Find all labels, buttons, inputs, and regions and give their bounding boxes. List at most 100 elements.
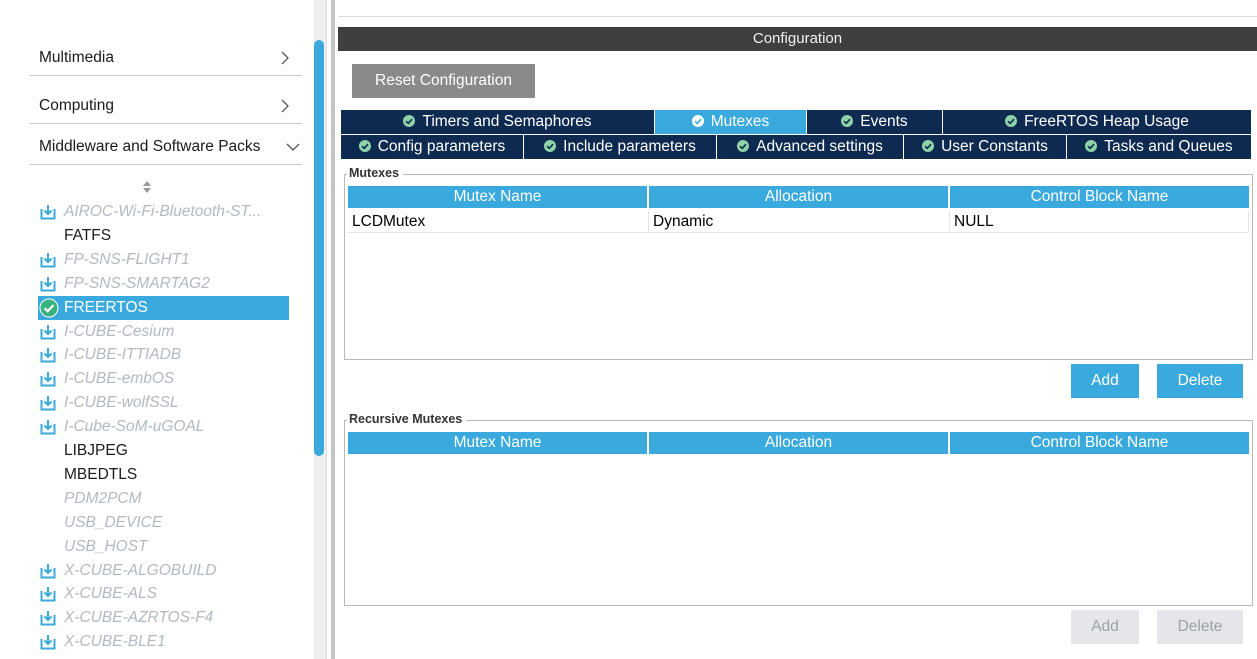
tree-item-fp-sns-flight1[interactable]: FP-SNS-FLIGHT1 <box>40 248 290 272</box>
tab-freertos-heap-usage[interactable]: FreeRTOS Heap Usage <box>943 110 1252 134</box>
tree-item-libjpeg[interactable]: LIBJPEG <box>40 439 290 463</box>
tree-item-pdm2pcm[interactable]: PDM2PCM <box>40 487 290 511</box>
tab-label: Advanced settings <box>756 138 883 155</box>
check-circle-icon <box>1005 115 1018 127</box>
recursive-mutexes-table-header: Mutex Name Allocation Control Block Name <box>348 432 1249 454</box>
download-icon <box>40 420 56 435</box>
reset-configuration-button[interactable]: Reset Configuration <box>352 64 535 98</box>
tree-item-label: I-CUBE-wolfSSL <box>64 394 179 412</box>
tree-item-mbedtls[interactable]: MBEDTLS <box>40 463 290 487</box>
recursive-mutexes-legend: Recursive Mutexes <box>347 412 467 426</box>
tree-item-airoc-wi-fi-bluetooth-st[interactable]: AIROC-Wi-Fi-Bluetooth-ST... <box>40 200 290 224</box>
tree-item-label: FP-SNS-FLIGHT1 <box>64 250 190 268</box>
tree-item-i-cube-ittiadb[interactable]: I-CUBE-ITTIADB <box>40 343 290 367</box>
tree-item-label: I-CUBE-embOS <box>64 370 175 388</box>
tab-events[interactable]: Events <box>807 110 943 134</box>
download-icon <box>40 396 56 411</box>
recursive-mutex-add-button[interactable]: Add <box>1071 610 1139 644</box>
tree-item-fatfs[interactable]: FATFS <box>40 224 290 248</box>
tree-item-label: X-CUBE-ALS <box>64 585 158 603</box>
tab-label: Mutexes <box>710 113 770 130</box>
mutexes-table-header: Mutex Name Allocation Control Block Name <box>348 186 1249 208</box>
tree-item-label: I-Cube-SoM-uGOAL <box>64 418 205 436</box>
tree-item-label: PDM2PCM <box>64 489 142 507</box>
configuration-header: Configuration <box>338 27 1257 51</box>
check-circle-icon <box>39 298 59 318</box>
check-circle-icon <box>691 115 704 127</box>
tree-item-fp-sns-smartag2[interactable]: FP-SNS-SMARTAG2 <box>40 272 290 296</box>
download-icon <box>40 205 56 220</box>
download-icon <box>40 372 56 387</box>
table-row[interactable]: LCDMutex Dynamic NULL <box>348 211 1249 233</box>
column-header-allocation[interactable]: Allocation <box>649 432 950 454</box>
tab-user-constants[interactable]: User Constants <box>904 135 1067 159</box>
category-multimedia[interactable]: Multimedia <box>30 29 302 76</box>
tree-item-i-cube-som-ugoal[interactable]: I-Cube-SoM-uGOAL <box>40 415 290 439</box>
chevron-right-icon <box>281 51 289 65</box>
top-strip <box>338 0 1257 17</box>
check-circle-icon <box>737 140 750 152</box>
tree-item-i-cube-embos[interactable]: I-CUBE-embOS <box>40 367 290 391</box>
recursive-mutex-delete-button[interactable]: Delete <box>1157 610 1243 644</box>
tree-item-i-cube-wolfssl[interactable]: I-CUBE-wolfSSL <box>40 391 290 415</box>
download-icon <box>40 276 56 292</box>
cell-allocation[interactable]: Dynamic <box>649 211 950 233</box>
download-icon <box>40 324 56 339</box>
sidebar-scrollbar-thumb[interactable] <box>314 40 324 456</box>
tree-item-label: I-CUBE-Cesium <box>64 322 175 340</box>
download-icon <box>40 611 56 626</box>
tab-label: Include parameters <box>563 138 696 155</box>
download-icon <box>40 587 56 602</box>
tree-item-label: AIROC-Wi-Fi-Bluetooth-ST... <box>64 203 262 220</box>
check-circle-icon <box>544 140 557 152</box>
check-circle-icon <box>922 140 935 152</box>
column-header-mutex-name[interactable]: Mutex Name <box>348 432 649 454</box>
tab-advanced-settings[interactable]: Advanced settings <box>717 135 904 159</box>
tree-item-x-cube-als[interactable]: X-CUBE-ALS <box>40 582 290 606</box>
column-header-control-block-name[interactable]: Control Block Name <box>950 432 1249 454</box>
panel-splitter[interactable] <box>326 0 340 659</box>
download-icon <box>40 252 56 268</box>
left-panel: Multimedia Computing Middleware and Soft… <box>0 0 314 659</box>
tree-item-x-cube-algobuild[interactable]: X-CUBE-ALGOBUILD <box>40 559 290 583</box>
tab-timers-and-semaphores[interactable]: Timers and Semaphores <box>341 110 655 134</box>
tab-mutexes[interactable]: Mutexes <box>655 110 807 134</box>
check-circle-icon <box>841 115 854 127</box>
tree-item-label: I-CUBE-ITTIADB <box>64 346 182 364</box>
category-computing[interactable]: Computing <box>30 77 302 124</box>
category-label: Multimedia <box>39 49 114 66</box>
cell-control-block-name[interactable]: NULL <box>950 211 1249 233</box>
download-icon <box>40 348 56 363</box>
tab-config-parameters[interactable]: Config parameters <box>341 135 524 159</box>
check-circle-icon <box>403 115 416 127</box>
category-middleware[interactable]: Middleware and Software Packs <box>30 118 302 165</box>
tab-label: User Constants <box>941 138 1048 155</box>
tree-item-label: USB_DEVICE <box>64 513 163 531</box>
mutex-delete-button[interactable]: Delete <box>1157 364 1243 398</box>
sort-icon[interactable] <box>141 180 153 194</box>
tab-label: FreeRTOS Heap Usage <box>1024 113 1189 130</box>
category-label: Middleware and Software Packs <box>39 138 261 155</box>
tree-item-label: FP-SNS-SMARTAG2 <box>64 274 210 292</box>
tab-include-parameters[interactable]: Include parameters <box>524 135 717 159</box>
tab-label: Timers and Semaphores <box>422 113 592 130</box>
column-header-control-block-name[interactable]: Control Block Name <box>950 186 1249 208</box>
tree-item-usb-host[interactable]: USB_HOST <box>40 535 290 559</box>
tree-item-x-cube-azrtos-f4[interactable]: X-CUBE-AZRTOS-F4 <box>40 606 290 630</box>
mutex-add-button[interactable]: Add <box>1071 364 1139 398</box>
tree-item-i-cube-cesium[interactable]: I-CUBE-Cesium <box>40 320 290 344</box>
check-circle-icon <box>358 140 371 152</box>
tree-item-label: X-CUBE-BLE1 <box>64 633 166 651</box>
column-header-allocation[interactable]: Allocation <box>649 186 950 208</box>
tab-tasks-and-queues[interactable]: Tasks and Queues <box>1067 135 1252 159</box>
tree-item-label: X-CUBE-ALGOBUILD <box>64 561 217 579</box>
cell-mutex-name[interactable]: LCDMutex <box>348 211 649 233</box>
tree-item-label: FATFS <box>64 226 112 244</box>
tree-item-label: LIBJPEG <box>64 442 128 459</box>
column-header-mutex-name[interactable]: Mutex Name <box>348 186 649 208</box>
tree-item-freertos[interactable]: FREERTOS <box>38 295 289 320</box>
mutexes-legend: Mutexes <box>347 166 404 180</box>
tree-item-label: MBEDTLS <box>64 465 138 483</box>
tree-item-x-cube-ble1[interactable]: X-CUBE-BLE1 <box>40 630 290 654</box>
tree-item-usb-device[interactable]: USB_DEVICE <box>40 511 290 535</box>
